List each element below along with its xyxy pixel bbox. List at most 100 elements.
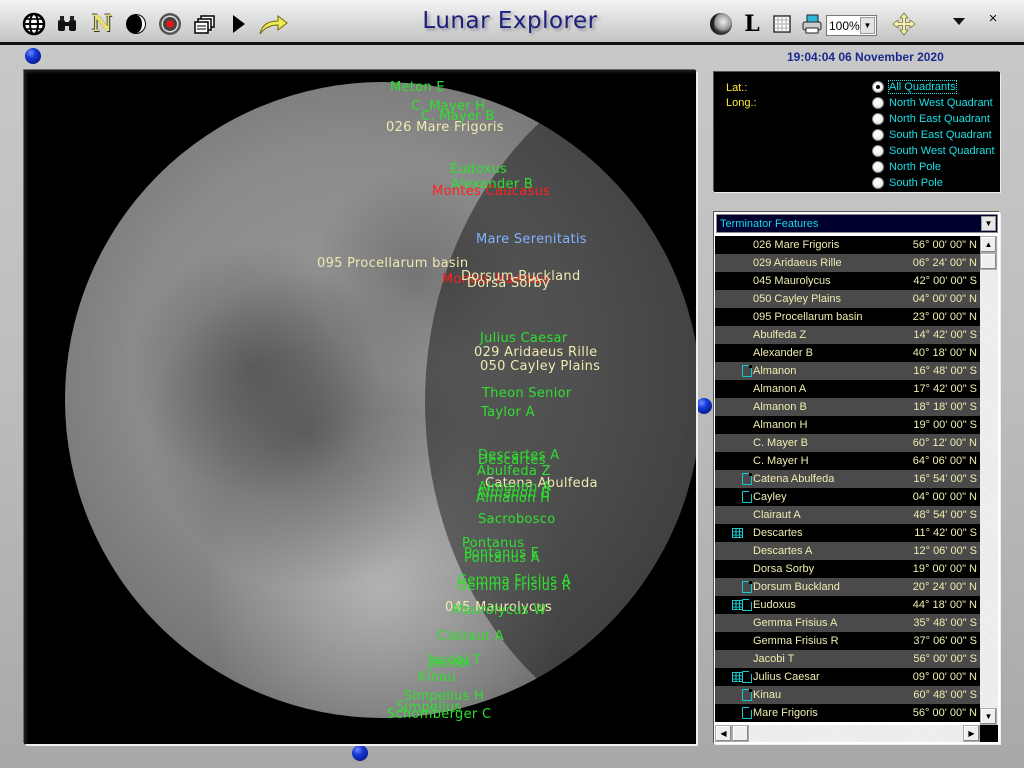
quadrant-option[interactable]: All Quadrants [872, 79, 957, 94]
quadrant-option[interactable]: South Pole [872, 175, 943, 190]
feature-row[interactable]: Almanon 16° 48' 00" S [715, 362, 980, 380]
document-icon[interactable] [742, 581, 752, 593]
feature-row[interactable]: Julius Caesar 09° 00' 00" N [715, 668, 980, 686]
radio-button[interactable] [872, 144, 884, 157]
feature-row[interactable]: 095 Procellarum basin 23° 00' 00" N [715, 308, 980, 326]
close-button[interactable]: × [984, 10, 1002, 32]
north-button[interactable]: N [88, 10, 116, 38]
feature-row[interactable]: Cayley 04° 00' 00" N [715, 488, 980, 506]
map-feature-label[interactable]: Eudoxus [450, 162, 507, 177]
feature-row[interactable]: Almanon A 17° 42' 00" S [715, 380, 980, 398]
feature-row[interactable]: Almanon H 19° 00' 00" S [715, 416, 980, 434]
feature-row[interactable]: 050 Cayley Plains 04° 00' 00" N [715, 290, 980, 308]
map-feature-label[interactable]: 095 Procellarum basin [317, 256, 468, 271]
document-icon[interactable] [742, 491, 752, 503]
feature-row[interactable]: Dorsa Sorby 19° 00' 00" N [715, 560, 980, 578]
quadrant-option[interactable]: North West Quadrant [872, 95, 993, 110]
feature-row[interactable]: Alexander B 40° 18' 00" N [715, 344, 980, 362]
radio-button[interactable] [872, 176, 884, 189]
feature-row[interactable]: Abulfeda Z 14° 42' 00" S [715, 326, 980, 344]
moon-map-view[interactable]: Meton E C. Mayer H C. Mayer B 026 Mare Frig… [24, 70, 696, 744]
print-button[interactable] [798, 10, 826, 38]
feature-row[interactable]: Dorsum Buckland 20° 24' 00" N [715, 578, 980, 596]
quadrant-option[interactable]: South East Quadrant [872, 127, 992, 142]
horizontal-scroll-thumb[interactable] [732, 725, 749, 742]
feature-row[interactable]: Gemma Frisius A 35° 48' 00" S [715, 614, 980, 632]
radio-button[interactable] [872, 112, 884, 125]
scroll-right-button[interactable]: ▶ [963, 725, 980, 742]
grid-button[interactable] [768, 10, 796, 38]
feature-row[interactable]: Kinau 60° 48' 00" S [715, 686, 980, 704]
feature-row[interactable]: 026 Mare Frigoris 56° 00' 00" N [715, 236, 980, 254]
document-icon[interactable] [742, 599, 752, 611]
feature-row[interactable]: 029 Aridaeus Rille 06° 24' 00" N [715, 254, 980, 272]
moon-image[interactable] [65, 82, 696, 718]
feature-row[interactable]: Eudoxus 44° 18' 00" N [715, 596, 980, 614]
windows-button[interactable] [191, 10, 219, 38]
labels-button[interactable]: L [738, 10, 766, 38]
map-feature-label[interactable]: Clairaut A [437, 629, 504, 644]
map-feature-label[interactable]: Schomberger C [387, 707, 491, 722]
record-button[interactable] [156, 10, 184, 38]
menu-dropdown-button[interactable] [950, 13, 968, 31]
map-feature-label[interactable]: Jacobi [430, 656, 471, 671]
chevron-down-icon[interactable]: ▼ [860, 17, 875, 34]
horizontal-scrollbar[interactable]: ◀ ▶ [715, 725, 980, 742]
feature-row[interactable]: Mare Frigoris 56° 00' 00" N [715, 704, 980, 722]
map-feature-label[interactable]: Almanon H [476, 491, 550, 506]
binoculars-button[interactable] [53, 10, 81, 38]
document-icon[interactable] [742, 365, 752, 377]
map-feature-label[interactable]: Kinau [418, 670, 456, 685]
map-feature-label[interactable]: Sacrobosco [478, 512, 555, 527]
scroll-left-button[interactable]: ◀ [715, 725, 732, 742]
feature-row[interactable]: Catena Abulfeda 16° 54' 00" S [715, 470, 980, 488]
feature-row[interactable]: Almanon B 18° 18' 00" S [715, 398, 980, 416]
moon-view-button[interactable] [707, 10, 735, 38]
zoom-select[interactable]: 100% ▼ [826, 15, 877, 36]
feature-row[interactable]: Clairaut A 48° 54' 00" S [715, 506, 980, 524]
feature-category-select[interactable]: Terminator Features ▼ [716, 214, 998, 233]
horizontal-pan-handle-top[interactable] [25, 48, 41, 64]
map-feature-label[interactable]: 026 Mare Frigoris [386, 120, 504, 135]
pan-button[interactable] [888, 10, 920, 38]
radio-button[interactable] [872, 96, 884, 109]
map-feature-label[interactable]: Maurolycus W [452, 603, 547, 618]
play-button[interactable] [224, 10, 252, 38]
horizontal-pan-handle-bottom[interactable] [352, 745, 368, 761]
scroll-up-button[interactable]: ▲ [980, 236, 997, 253]
feature-row[interactable]: Descartes 11° 42' 00" S [715, 524, 980, 542]
quadrant-option[interactable]: South West Quadrant [872, 143, 995, 158]
quadrant-option[interactable]: North East Quadrant [872, 111, 990, 126]
map-feature-label[interactable]: Theon Senior [482, 386, 572, 401]
radio-button[interactable] [872, 160, 884, 173]
feature-row[interactable]: Jacobi T 56° 00' 00" S [715, 650, 980, 668]
return-button[interactable] [256, 10, 290, 38]
feature-row[interactable]: 045 Maurolycus 42° 00' 00" S [715, 272, 980, 290]
document-icon[interactable] [742, 671, 752, 683]
document-icon[interactable] [742, 473, 752, 485]
globe-button[interactable] [20, 10, 48, 38]
document-icon[interactable] [742, 689, 752, 701]
map-feature-label[interactable]: Dorsa Sorby [467, 276, 550, 291]
feature-row[interactable]: C. Mayer H 64° 06' 00" N [715, 452, 980, 470]
map-feature-label[interactable]: Mare Serenitatis [476, 232, 587, 247]
scroll-down-button[interactable]: ▼ [980, 708, 997, 725]
map-feature-label[interactable]: Julius Caesar [480, 331, 567, 346]
feature-row[interactable]: C. Mayer B 60° 12' 00" N [715, 434, 980, 452]
map-feature-label[interactable]: Gemma Frisius R [457, 579, 571, 594]
radio-button[interactable] [872, 80, 884, 93]
map-feature-label[interactable]: Pontanus A [464, 551, 540, 566]
feature-row[interactable]: Gemma Frisius R 37° 06' 00" S [715, 632, 980, 650]
image-grid-icon[interactable] [732, 528, 743, 538]
map-feature-label[interactable]: Montes Caucasus [432, 184, 550, 199]
vertical-pan-handle[interactable] [696, 398, 712, 414]
map-feature-label[interactable]: 029 Aridaeus Rille [474, 345, 597, 360]
document-icon[interactable] [742, 707, 752, 719]
vertical-scroll-thumb[interactable] [980, 253, 997, 270]
radio-button[interactable] [872, 128, 884, 141]
feature-row[interactable]: Descartes A 12° 06' 00" S [715, 542, 980, 560]
map-feature-label[interactable]: Meton E [390, 80, 445, 95]
vertical-scrollbar[interactable]: ▲ ▼ [980, 236, 998, 725]
map-feature-label[interactable]: 050 Cayley Plains [480, 359, 600, 374]
quadrant-option[interactable]: North Pole [872, 159, 941, 174]
